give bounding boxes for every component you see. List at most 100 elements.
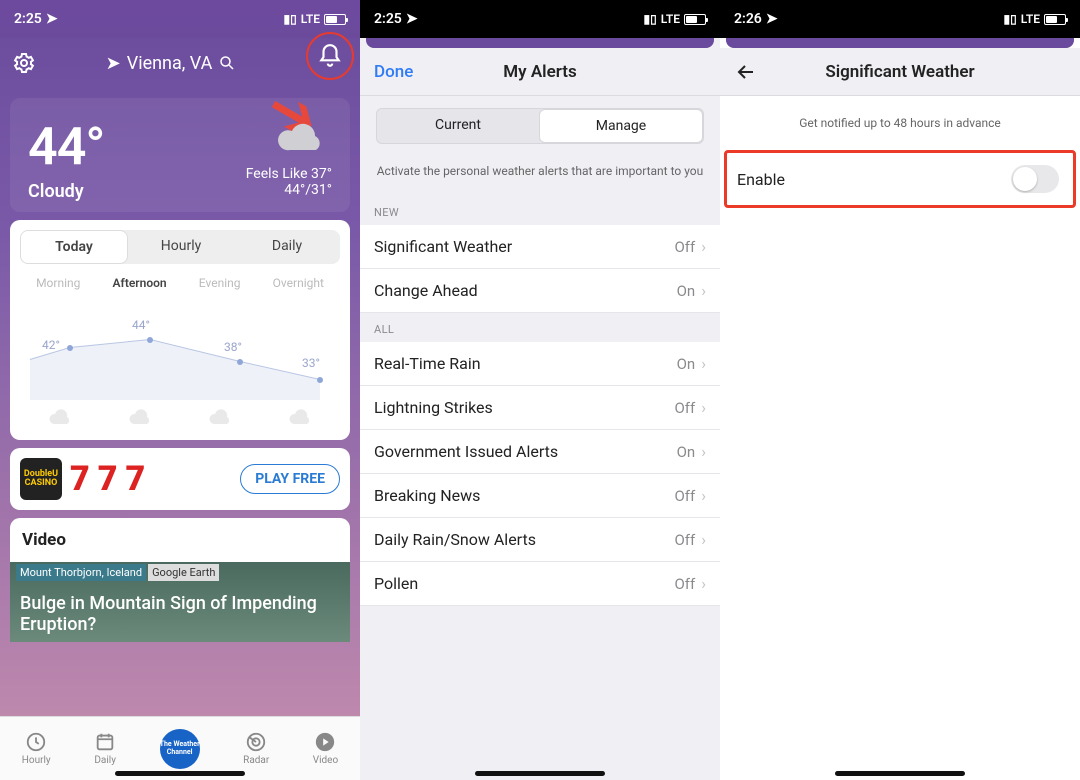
tab-radar[interactable]: Radar <box>243 731 269 766</box>
annotation-circle <box>306 32 354 80</box>
alerts-list-all: Real-Time RainOn› Lightning StrikesOff› … <box>360 342 720 606</box>
feels-like: Feels Like 37° <box>246 166 332 182</box>
signal-icon: ▮▯ <box>284 12 297 26</box>
radar-icon <box>245 731 267 753</box>
ad-cta-button[interactable]: PLAY FREE <box>240 464 340 494</box>
alert-row-daily-rain-snow[interactable]: Daily Rain/Snow AlertsOff› <box>360 518 720 562</box>
segment-manage[interactable]: Manage <box>539 109 703 143</box>
phone-significant-weather: 2:26➤ ▮▯ LTE Significant Weather Get not… <box>720 0 1080 780</box>
battery-icon <box>1044 14 1066 25</box>
location-name: Vienna, VA <box>127 53 213 74</box>
chevron-right-icon: › <box>701 398 706 417</box>
alert-row-significant-weather[interactable]: Significant Weather Off › <box>360 225 720 269</box>
segment-daily[interactable]: Daily <box>234 230 340 264</box>
home-indicator[interactable] <box>475 771 605 776</box>
location-arrow-icon: ➤ <box>106 53 121 74</box>
forecast-card: Today Hourly Daily Morning Afternoon Eve… <box>10 220 350 440</box>
chevron-right-icon: › <box>701 354 706 373</box>
chevron-right-icon: › <box>701 281 706 300</box>
sheet-backdrop <box>366 38 714 48</box>
video-card[interactable]: Video Mount Thorbjorn, IcelandGoogle Ear… <box>10 518 350 642</box>
daypart-row: Morning Afternoon Evening Overnight <box>20 276 340 290</box>
app-header: ➤ Vienna, VA ➔ <box>0 38 360 90</box>
network-label: LTE <box>661 12 680 26</box>
spark-temp-3: 33° <box>302 356 320 370</box>
chevron-right-icon: › <box>701 442 706 461</box>
alert-row-lightning[interactable]: Lightning StrikesOff› <box>360 386 720 430</box>
status-time: 2:25 <box>374 11 402 27</box>
tab-hourly[interactable]: Hourly <box>22 731 51 766</box>
search-icon[interactable] <box>218 54 236 72</box>
settings-gear-icon[interactable] <box>12 51 36 75</box>
enable-row[interactable]: Enable <box>724 150 1076 208</box>
ad-banner[interactable]: DoubleU CASINO 7 7 7 PLAY FREE <box>10 448 350 510</box>
video-section-heading: Video <box>10 518 350 562</box>
calendar-icon <box>94 731 116 753</box>
location-arrow-icon: ➤ <box>46 11 58 27</box>
alerts-bell-icon[interactable] <box>317 43 343 69</box>
spark-temp-0: 42° <box>42 338 60 352</box>
alert-row-pollen[interactable]: PollenOff› <box>360 562 720 606</box>
tab-daily[interactable]: Daily <box>94 731 116 766</box>
temp-sparkline: 42° 44° 38° 33° <box>20 300 340 400</box>
cloud-icon <box>46 408 74 426</box>
home-indicator[interactable] <box>115 771 245 776</box>
forecast-segment: Today Hourly Daily <box>20 230 340 264</box>
daypart-icon-row <box>20 408 340 426</box>
video-thumbnail[interactable]: Mount Thorbjorn, IcelandGoogle Earth Bul… <box>10 562 350 642</box>
daypart-evening[interactable]: Evening <box>199 276 241 290</box>
alerts-bell-wrap <box>306 44 348 82</box>
signal-icon: ▮▯ <box>1004 12 1017 26</box>
home-logo-icon: The Weather Channel <box>160 729 200 769</box>
page-title: Significant Weather <box>720 62 1080 82</box>
alerts-segment: Current Manage <box>376 108 704 144</box>
sheet-backdrop <box>726 38 1074 48</box>
alert-row-breaking-news[interactable]: Breaking NewsOff› <box>360 474 720 518</box>
navbar: Significant Weather <box>720 48 1080 96</box>
section-all: ALL <box>360 313 720 342</box>
alerts-segment-wrap: Current Manage <box>360 96 720 160</box>
tab-home[interactable]: The Weather Channel <box>160 729 200 769</box>
tab-video[interactable]: Video <box>313 731 338 766</box>
current-conditions-card[interactable]: 44° Cloudy Feels Like 37° 44°/31° <box>10 98 350 212</box>
play-circle-icon <box>314 731 336 753</box>
daypart-overnight[interactable]: Overnight <box>273 276 324 290</box>
home-indicator[interactable] <box>835 771 965 776</box>
cloud-moon-icon <box>286 408 314 426</box>
enable-label: Enable <box>737 170 785 189</box>
alert-row-government[interactable]: Government Issued AlertsOn› <box>360 430 720 474</box>
navbar: Done My Alerts <box>360 48 720 96</box>
daypart-morning[interactable]: Morning <box>36 276 80 290</box>
chevron-right-icon: › <box>701 530 706 549</box>
status-bar: 2:25➤ ▮▯ LTE <box>360 0 720 38</box>
video-location-tag: Mount Thorbjorn, Iceland <box>16 564 146 581</box>
segment-current[interactable]: Current <box>377 109 539 143</box>
status-time: 2:26 <box>734 11 762 27</box>
alert-row-change-ahead[interactable]: Change Ahead On › <box>360 269 720 313</box>
location-selector[interactable]: ➤ Vienna, VA <box>44 53 298 74</box>
signal-icon: ▮▯ <box>644 12 657 26</box>
spark-temp-1: 44° <box>132 318 150 332</box>
spark-temp-2: 38° <box>224 340 242 354</box>
network-label: LTE <box>1021 12 1040 26</box>
slot-seven-icon: 7 <box>70 459 90 499</box>
slot-seven-icon: 7 <box>98 459 118 499</box>
alert-row-realtime-rain[interactable]: Real-Time RainOn› <box>360 342 720 386</box>
network-label: LTE <box>301 12 320 26</box>
segment-today[interactable]: Today <box>20 230 128 264</box>
video-title: Bulge in Mountain Sign of Impending Erup… <box>20 593 340 636</box>
daypart-afternoon[interactable]: Afternoon <box>113 276 167 290</box>
hi-lo-temps: 44°/31° <box>246 182 332 198</box>
done-button[interactable]: Done <box>374 62 413 82</box>
cloud-icon <box>126 408 154 426</box>
segment-hourly[interactable]: Hourly <box>128 230 234 264</box>
video-source-tag: Google Earth <box>148 564 219 581</box>
ad-app-icon: DoubleU CASINO <box>20 458 62 500</box>
cloud-moon-icon <box>206 408 234 426</box>
condition-cloud-icon <box>276 120 328 154</box>
helper-text: Activate the personal weather alerts tha… <box>360 160 720 196</box>
enable-toggle[interactable] <box>1011 165 1059 193</box>
section-new: NEW <box>360 196 720 225</box>
phone-weather-home: 2:25 ➤ ▮▯ LTE ➤ Vienna, VA ➔ <box>0 0 360 780</box>
phone-my-alerts: 2:25➤ ▮▯ LTE Done My Alerts Current Mana… <box>360 0 720 780</box>
